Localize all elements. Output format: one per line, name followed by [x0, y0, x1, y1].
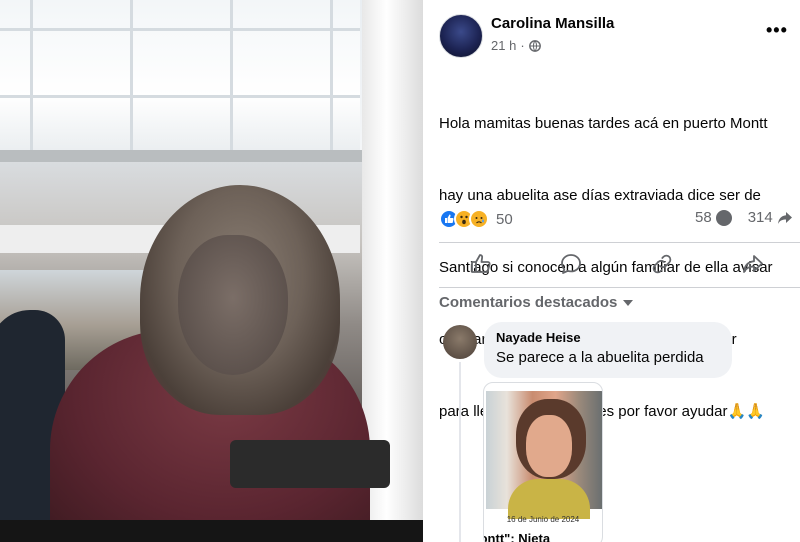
author-name[interactable]: Carolina Mansilla	[491, 15, 614, 32]
photo-face	[178, 235, 288, 375]
comments-sort-dropdown[interactable]: Comentarios destacados	[439, 294, 634, 311]
post-text-line: hay una abuelita ase días extraviada dic…	[439, 187, 761, 204]
post-photo[interactable]	[0, 0, 423, 542]
post-text-line: Hola mamitas buenas tardes acá en puerto…	[439, 115, 768, 132]
photo-rail	[0, 150, 370, 162]
share-count-icon	[777, 211, 792, 224]
attachment-photo-face	[526, 415, 572, 477]
photo-window-frame	[130, 0, 133, 150]
commenter-name[interactable]: Nayade Heise	[496, 330, 720, 345]
comment-count-icon	[715, 209, 732, 226]
photo-bottom-bar	[0, 520, 423, 542]
chevron-down-icon	[623, 299, 634, 306]
like-button[interactable]	[467, 250, 495, 278]
comment-attachment-image[interactable]: 16 de Junio de 2024 lontt": Nieta	[483, 382, 603, 542]
photo-window-frame	[0, 95, 360, 98]
post-meta: 21 h ·	[491, 38, 541, 53]
more-options-button[interactable]: •••	[766, 20, 788, 41]
divider	[439, 242, 800, 243]
like-icon	[471, 254, 491, 273]
photo-walker	[230, 440, 390, 488]
post-panel: Carolina Mansilla 21 h · ••• Hola mamita…	[423, 0, 800, 542]
comment-text: Se parece a la abuelita perdida	[496, 349, 704, 366]
photo-window-frame	[330, 0, 333, 150]
photo-window-frame	[30, 0, 33, 150]
author-avatar[interactable]	[439, 14, 483, 58]
comment-thread-line	[459, 362, 461, 542]
photo-window-frame	[230, 0, 233, 150]
comment-icon	[561, 254, 581, 274]
share-count[interactable]: 314	[748, 209, 773, 226]
sad-reaction-icon	[469, 209, 489, 229]
copy-link-button[interactable]	[648, 250, 676, 278]
photo-window	[0, 0, 360, 160]
separator-dot: ·	[520, 38, 525, 53]
attachment-photo-sweater	[508, 479, 590, 519]
share-button[interactable]	[739, 250, 767, 278]
share-icon	[743, 255, 763, 273]
divider	[439, 287, 800, 288]
globe-icon	[528, 39, 541, 52]
reaction-count: 50	[496, 210, 513, 228]
engagement-counts: 58 314	[695, 209, 793, 226]
comment-bubble: Nayade Heise Se parece a la abuelita per…	[484, 322, 732, 378]
share-link-icon	[652, 254, 672, 274]
attachment-headline: lontt": Nieta	[483, 531, 551, 542]
photo-window-frame	[0, 28, 360, 31]
attachment-date: 16 de Junio de 2024	[506, 515, 580, 524]
comments-section-label: Comentarios destacados	[439, 294, 618, 311]
attachment-photo	[486, 391, 602, 519]
commenter-avatar[interactable]	[443, 325, 477, 359]
comment-button[interactable]	[557, 250, 585, 278]
reactions-summary[interactable]: 50	[439, 207, 513, 231]
comment-count[interactable]: 58	[695, 209, 712, 226]
action-bar	[439, 246, 800, 284]
post-time[interactable]: 21 h	[491, 38, 516, 53]
